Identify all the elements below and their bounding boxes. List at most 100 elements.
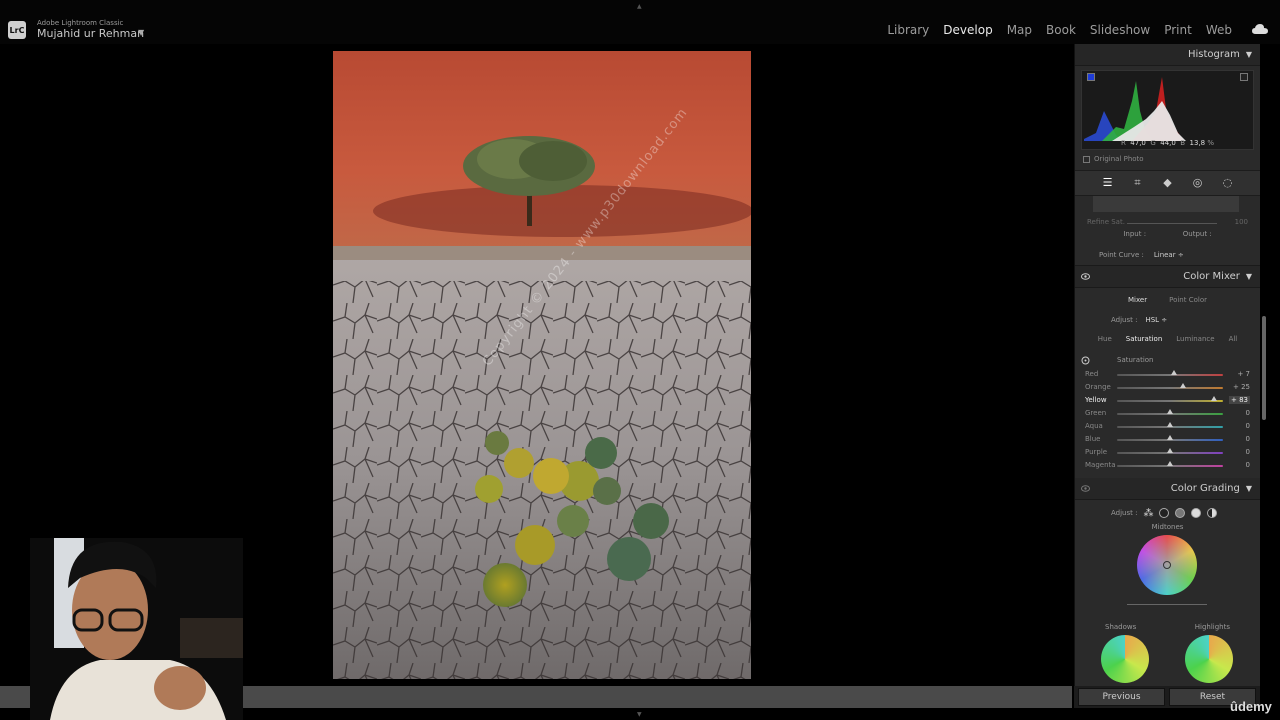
collapse-triangle-icon[interactable]: ▼ [1246,272,1252,281]
lightroom-logo: LrC [8,21,26,39]
saturation-slider-purple[interactable]: Purple 0 [1075,446,1260,459]
slider-handle[interactable] [1167,422,1173,427]
slider-track[interactable] [1117,400,1223,402]
slider-handle[interactable] [1210,396,1217,401]
slider-label: Green [1085,409,1107,417]
saturation-slider-green[interactable]: Green 0 [1075,407,1260,420]
color-mixer-title: Color Mixer [1183,271,1240,282]
saturation-slider-yellow[interactable]: Yellow + 83 [1075,394,1260,407]
global-wheel-icon[interactable] [1207,508,1218,518]
saturation-slider-red[interactable]: Red + 7 [1075,368,1260,381]
slider-value[interactable]: + 83 [1229,396,1250,404]
slider-value[interactable]: + 7 [1237,370,1250,378]
masking-icon[interactable]: ◌ [1222,177,1234,189]
slider-value[interactable]: 0 [1246,461,1250,469]
adjust-dropdown[interactable]: HSL ÷ [1145,316,1167,324]
saturation-slider-aqua[interactable]: Aqua 0 [1075,420,1260,433]
slider-label: Yellow [1085,396,1107,404]
slider-track[interactable] [1117,387,1223,389]
module-slideshow[interactable]: Slideshow [1090,23,1150,37]
slider-handle[interactable] [1170,370,1177,375]
tab-point-color[interactable]: Point Color [1169,296,1207,304]
panel-toggle-bottom-icon[interactable]: ▼ [637,711,642,718]
module-print[interactable]: Print [1164,23,1192,37]
slider-handle[interactable] [1167,461,1173,466]
slider-handle[interactable] [1167,448,1173,453]
highlights-color-wheel[interactable] [1185,635,1233,683]
mixer-mode-tabs: Mixer Point Color [1075,290,1260,310]
identity-plate[interactable]: Mujahid ur Rehman [37,27,144,40]
slider-value[interactable]: 0 [1246,448,1250,456]
tab-all[interactable]: All [1229,335,1238,343]
tab-saturation[interactable]: Saturation [1126,335,1163,343]
slider-label: Magenta [1085,461,1116,469]
color-grading-header[interactable]: Color Grading ▼ [1075,478,1260,500]
saturation-slider-blue[interactable]: Blue 0 [1075,433,1260,446]
histogram-graph[interactable]: R 47,0 G 44,0 B 13,8 % [1081,70,1254,150]
module-web[interactable]: Web [1206,23,1232,37]
wheel-handle[interactable] [1163,561,1171,569]
crop-icon[interactable]: ⌗ [1132,177,1144,189]
checkbox-icon[interactable] [1083,155,1090,163]
histogram-header[interactable]: Histogram ▼ [1075,44,1260,66]
midtones-luminance-slider[interactable] [1127,604,1207,605]
tab-luminance[interactable]: Luminance [1176,335,1214,343]
module-map[interactable]: Map [1007,23,1032,37]
point-curve-row: Point Curve : Linear ÷ [1075,244,1260,266]
edit-sliders-icon[interactable]: ☰ [1102,177,1114,189]
chevron-down-icon[interactable]: ▼ [138,28,144,37]
app-name: Adobe Lightroom Classic [37,19,124,27]
module-book[interactable]: Book [1046,23,1076,37]
previous-button[interactable]: Previous [1078,688,1165,706]
tab-mixer[interactable]: Mixer [1128,296,1147,304]
slider-handle[interactable] [1167,409,1173,414]
slider-label: Blue [1085,435,1101,443]
original-photo-toggle[interactable]: Original Photo [1075,150,1260,168]
saturation-slider-orange[interactable]: Orange + 25 [1075,381,1260,394]
slider-value[interactable]: + 25 [1233,383,1250,391]
midtones-color-wheel[interactable] [1075,535,1260,611]
tone-curve-graph[interactable] [1075,196,1260,218]
slider-value[interactable]: 0 [1246,409,1250,417]
shadow-clipping-icon[interactable] [1087,73,1095,81]
saturation-section-label: Saturation [1117,356,1154,364]
module-develop[interactable]: Develop [943,23,992,37]
slider-value[interactable]: 0 [1246,435,1250,443]
slider-label: Aqua [1085,422,1103,430]
color-mixer-header[interactable]: Color Mixer ▼ [1075,266,1260,288]
color-grading-adjust-row: Adjust : ⁂ [1075,503,1260,523]
collapse-triangle-icon[interactable]: ▼ [1246,50,1252,59]
module-library[interactable]: Library [887,23,929,37]
point-curve-dropdown[interactable]: Linear ÷ [1154,251,1184,259]
eye-icon[interactable] [1081,273,1090,280]
shadows-color-wheel[interactable] [1101,635,1149,683]
midtones-label: Midtones [1151,523,1184,531]
histogram-title: Histogram [1187,49,1240,60]
hsl-tabs: Hue Saturation Luminance All [1075,330,1260,348]
saturation-slider-magenta[interactable]: Magenta 0 [1075,459,1260,472]
slider-handle[interactable] [1180,383,1187,388]
tab-hue[interactable]: Hue [1098,335,1112,343]
highlight-clipping-icon[interactable] [1240,73,1248,81]
slider-label: Orange [1085,383,1111,391]
slider-label: Red [1085,370,1099,378]
webcam-overlay [30,538,243,720]
slider-value[interactable]: 0 [1246,422,1250,430]
three-way-icon[interactable]: ⁂ [1143,508,1153,519]
healing-icon[interactable]: ◆ [1162,177,1174,189]
target-adjustment-icon[interactable] [1081,356,1090,365]
midtones-wheel-icon[interactable] [1175,508,1186,518]
adjust-row: Adjust : HSL ÷ [1111,316,1168,324]
refine-saturation-row: Refine Sat. 100 [1087,218,1248,226]
main-photo[interactable] [333,51,751,679]
panel-scrollbar[interactable] [1262,316,1266,420]
red-eye-icon[interactable]: ◎ [1192,177,1204,189]
eye-icon[interactable] [1081,485,1090,492]
collapse-triangle-icon[interactable]: ▼ [1246,484,1252,493]
shadows-highlights-labels: Shadows Highlights [1105,623,1230,631]
slider-handle[interactable] [1167,435,1173,440]
highlights-wheel-icon[interactable] [1191,508,1202,518]
panel-toggle-top-icon[interactable]: ▲ [637,3,642,10]
cloud-icon[interactable] [1252,24,1268,34]
shadows-wheel-icon[interactable] [1159,508,1170,518]
